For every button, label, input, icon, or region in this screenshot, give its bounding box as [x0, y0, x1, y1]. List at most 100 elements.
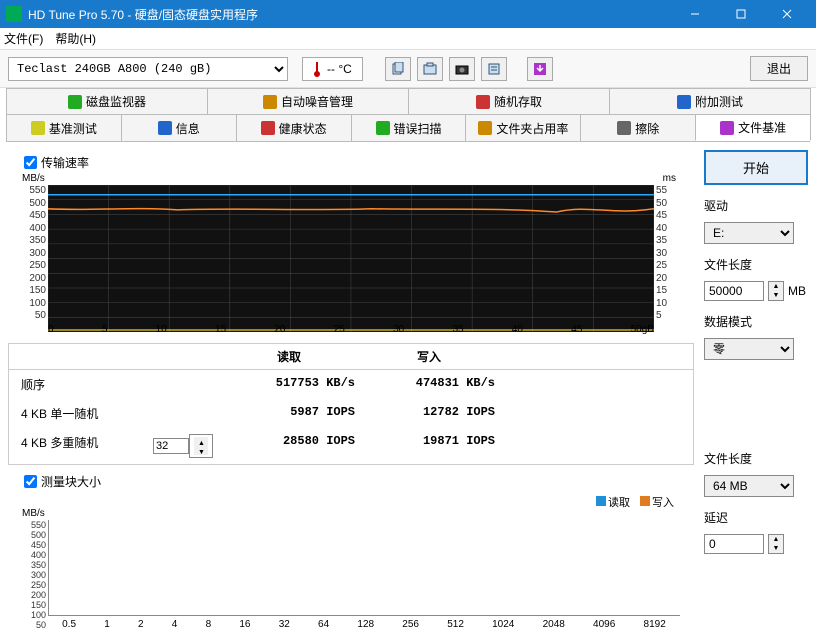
tab-label: 错误扫描: [394, 120, 442, 137]
multi-queue-input[interactable]: [153, 438, 189, 454]
erase-icon: [617, 121, 631, 135]
screenshot-icon[interactable]: [449, 57, 475, 81]
tab-error-scan[interactable]: 错误扫描: [351, 114, 467, 141]
save-icon[interactable]: [527, 57, 553, 81]
options-icon[interactable]: [481, 57, 507, 81]
disk-monitor-icon: [68, 95, 82, 109]
data-mode-label: 数据模式: [704, 313, 808, 330]
content-area: 传输速率 MB/s ms 550500450400350300250200150…: [0, 142, 816, 638]
tab-disk-monitor[interactable]: 磁盘监视器: [6, 88, 208, 114]
exit-button[interactable]: 退出: [750, 56, 808, 81]
write-value: 19871 IOPS: [359, 432, 499, 460]
file-length-label: 文件长度: [704, 256, 808, 273]
y-right-unit: ms: [663, 173, 676, 184]
tab-extra-tests[interactable]: 附加测试: [609, 88, 811, 114]
read-value: 517753 KB/s: [219, 374, 359, 395]
folder-usage-icon: [478, 121, 492, 135]
tab-folder-usage[interactable]: 文件夹占用率: [465, 114, 581, 141]
temp-value: -- °C: [327, 62, 352, 76]
y2-unit: MB/s: [22, 508, 45, 519]
tab-random-access[interactable]: 随机存取: [408, 88, 610, 114]
tab-benchmark[interactable]: 基准测试: [6, 114, 122, 141]
x-axis-ticks: 05101520253035404550gB: [48, 324, 654, 335]
main-panel: 传输速率 MB/s ms 550500450400350300250200150…: [8, 150, 694, 630]
auto-noise-icon: [263, 95, 277, 109]
toolbar: Teclast 240GB A800 (240 gB) -- °C 退出: [0, 50, 816, 88]
block-size-label: 测量块大小: [41, 473, 101, 490]
row-label: 顺序: [9, 374, 149, 395]
menu-file[interactable]: 文件(F): [4, 30, 43, 47]
file-length2-select[interactable]: 64 MB: [704, 475, 794, 497]
delay-spinner[interactable]: ▲▼: [768, 534, 784, 554]
drive-label: 驱动: [704, 197, 808, 214]
tab-label: 信息: [176, 120, 200, 137]
tab-label: 磁盘监视器: [86, 93, 146, 110]
file-length-input[interactable]: [704, 281, 764, 301]
error-scan-icon: [376, 121, 390, 135]
file-length-unit: MB: [788, 284, 806, 298]
block-size-checkbox-row[interactable]: 测量块大小: [8, 469, 694, 494]
tab-erase[interactable]: 擦除: [580, 114, 696, 141]
bars-container: [49, 520, 680, 615]
x2-ticks: 0.512481632641282565121024204840968192: [48, 619, 680, 630]
transfer-rate-checkbox[interactable]: [24, 156, 37, 169]
transfer-rate-checkbox-row[interactable]: 传输速率: [8, 150, 694, 175]
legend-read-label: 读取: [608, 497, 630, 509]
side-panel: 开始 驱动 E: 文件长度 ▲▼ MB 数据模式 零 文件长度 64 MB 延迟…: [704, 150, 808, 630]
title-bar: HD Tune Pro 5.70 - 硬盘/固态硬盘实用程序: [0, 0, 816, 28]
y2-ticks: 55050045040035030025020015010050: [18, 520, 46, 616]
info-icon: [158, 121, 172, 135]
menu-bar: 文件(F) 帮助(H): [0, 28, 816, 50]
transfer-plot: [48, 185, 654, 332]
start-button[interactable]: 开始: [704, 150, 808, 185]
legend-write-label: 写入: [652, 497, 674, 509]
y-right-ticks: 555045403530252015105: [656, 185, 684, 321]
random-access-icon: [476, 95, 490, 109]
col-read: 读取: [219, 344, 359, 369]
write-value: 474831 KB/s: [359, 374, 499, 395]
results-table: 读取 写入 顺序 517753 KB/s474831 KB/s 4 KB 单一随机5…: [8, 343, 694, 465]
temperature-display: -- °C: [302, 57, 363, 81]
transfer-rate-label: 传输速率: [41, 154, 89, 171]
window-title: HD Tune Pro 5.70 - 硬盘/固态硬盘实用程序: [28, 6, 672, 23]
result-row: 4 KB 多重随机▲▼28580 IOPS19871 IOPS: [9, 428, 693, 464]
chart2-legend: 读取 写入: [8, 494, 694, 510]
file-length2-label: 文件长度: [704, 450, 808, 467]
col-write: 写入: [359, 344, 499, 369]
tab-label: 基准测试: [49, 120, 97, 137]
file-length-spinner[interactable]: ▲▼: [768, 281, 784, 301]
tab-health[interactable]: 健康状态: [236, 114, 352, 141]
legend-read-swatch: [596, 496, 606, 506]
copy-screenshot-icon[interactable]: [417, 57, 443, 81]
device-select[interactable]: Teclast 240GB A800 (240 gB): [8, 57, 288, 81]
tab-label: 附加测试: [695, 93, 743, 110]
legend-write-swatch: [640, 496, 650, 506]
block-size-chart: MB/s 55050045040035030025020015010050 0.…: [18, 510, 684, 630]
close-button[interactable]: [764, 0, 810, 28]
benchmark-icon: [31, 121, 45, 135]
tab-file-benchmark[interactable]: 文件基准: [695, 114, 811, 141]
tabs-row-1: 磁盘监视器 自动噪音管理 随机存取 附加测试: [6, 88, 810, 115]
minimize-button[interactable]: [672, 0, 718, 28]
data-mode-select[interactable]: 零: [704, 338, 794, 360]
drive-select[interactable]: E:: [704, 222, 794, 244]
health-icon: [261, 121, 275, 135]
tab-info[interactable]: 信息: [121, 114, 237, 141]
result-row: 4 KB 单一随机5987 IOPS12782 IOPS: [9, 399, 693, 428]
write-value: 12782 IOPS: [359, 403, 499, 424]
row-label: 4 KB 单一随机: [9, 403, 149, 424]
block-size-checkbox[interactable]: [24, 475, 37, 488]
tab-label: 文件夹占用率: [496, 120, 568, 137]
file-benchmark-icon: [720, 121, 734, 135]
read-value: 28580 IOPS: [219, 432, 359, 460]
tab-auto-noise[interactable]: 自动噪音管理: [207, 88, 409, 114]
delay-label: 延迟: [704, 509, 808, 526]
thermometer-icon: [313, 61, 321, 77]
maximize-button[interactable]: [718, 0, 764, 28]
multi-queue-spinner[interactable]: ▲▼: [189, 434, 213, 458]
tab-label: 自动噪音管理: [281, 93, 353, 110]
menu-help[interactable]: 帮助(H): [55, 30, 96, 47]
transfer-rate-chart: MB/s ms 55050045040035030025020015010050…: [18, 175, 684, 335]
copy-info-icon[interactable]: [385, 57, 411, 81]
delay-input[interactable]: [704, 534, 764, 554]
